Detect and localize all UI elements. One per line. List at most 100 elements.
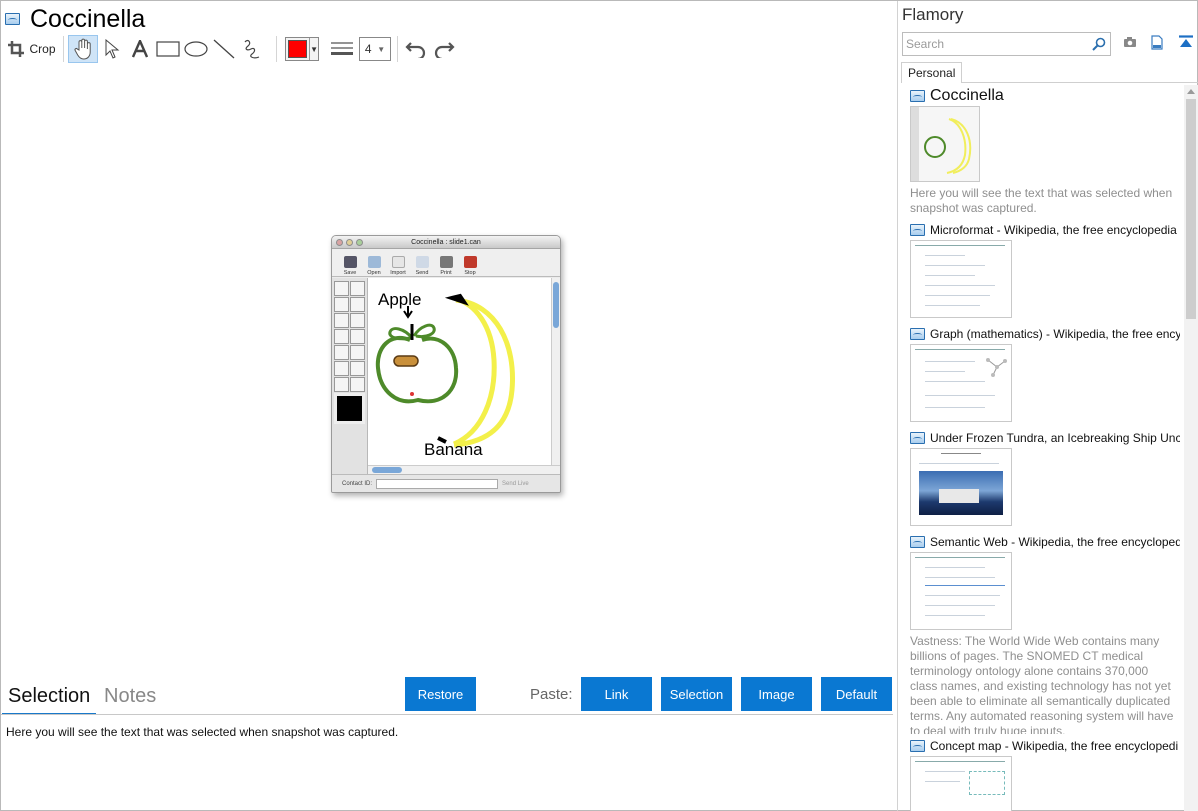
restore-button[interactable]: Restore <box>405 677 476 711</box>
list-item[interactable]: Concept map - Wikipedia, the free encycl… <box>910 738 1180 811</box>
list-item[interactable]: Graph (mathematics) - Wikipedia, the fre… <box>910 326 1180 422</box>
editor-pane: Coccinella Crop ▼ 4 ▼ Coccinella: slide… <box>1 1 896 811</box>
entry-thumbnail <box>910 344 1012 422</box>
toolbar-divider <box>397 36 398 62</box>
text-tool-button[interactable] <box>126 35 154 63</box>
flamory-panel: Flamory Personal Coccinella <box>897 1 1198 811</box>
app-icon <box>910 224 925 236</box>
entry-title: Concept map - Wikipedia, the free encycl… <box>930 739 1179 753</box>
rectangle-icon <box>156 41 180 57</box>
tab-divider <box>1 714 893 715</box>
scroll-up-arrow-icon[interactable] <box>1187 89 1195 94</box>
color-box: ▼ <box>285 37 319 61</box>
entry-thumbnail <box>910 448 1012 526</box>
zoom-dot <box>356 239 363 246</box>
entry-header: Coccinella <box>910 88 1180 104</box>
line-weight-icon <box>331 41 353 57</box>
list-item[interactable]: Semantic Web - Wikipedia, the free encyc… <box>910 534 1180 734</box>
rectangle-tool-button[interactable] <box>154 35 182 63</box>
banana-label: Banana <box>424 440 483 459</box>
arrow-pointer-icon <box>104 39 120 59</box>
app-icon <box>910 740 925 752</box>
snapshot-vertical-scrollbar <box>551 278 560 465</box>
tab-underline <box>961 82 1198 83</box>
tab-selection[interactable]: Selection <box>2 685 97 715</box>
panel-title: Flamory <box>902 5 964 24</box>
line-icon <box>213 39 235 59</box>
list-item[interactable]: Microformat - Wikipedia, the free encycl… <box>910 222 1180 318</box>
snapshot-body: Apple Banana <box>332 278 560 474</box>
entry-title: Coccinella <box>930 88 1004 104</box>
contact-id-label: Contact ID: <box>342 480 373 487</box>
line-style-button[interactable] <box>327 35 357 63</box>
snapshot-footer: Contact ID: Send Live <box>332 474 560 492</box>
app-icon <box>910 432 925 444</box>
chevron-down-icon: ▼ <box>309 38 318 60</box>
snapshot-send-tool: Send <box>412 256 432 276</box>
entry-thumbnail <box>910 240 1012 318</box>
freehand-tool-button[interactable] <box>238 35 266 63</box>
line-width-select[interactable]: 4 ▼ <box>357 35 393 63</box>
crop-label: Crop <box>29 42 56 56</box>
app-icon <box>910 536 925 548</box>
snapshot-print-tool: Print <box>436 256 456 276</box>
snapshot-stop-tool: Stop <box>460 256 480 276</box>
document-icon[interactable] <box>1151 35 1163 55</box>
snapshot-image[interactable]: Coccinella : slide1.can Save Open Import… <box>331 235 561 493</box>
snapshot-toolbar: Save Open Import Send Print Stop <box>332 249 560 277</box>
entry-title: Graph (mathematics) - Wikipedia, the fre… <box>930 327 1180 341</box>
paste-link-button[interactable]: Link <box>581 677 652 711</box>
snapshot-open-tool: Open <box>364 256 384 276</box>
minimize-dot <box>346 239 353 246</box>
ellipse-tool-button[interactable] <box>182 35 210 63</box>
entry-header: Graph (mathematics) - Wikipedia, the fre… <box>910 326 1180 342</box>
undo-icon <box>405 40 427 58</box>
snapshot-import-tool: Import <box>388 256 408 276</box>
list-item[interactable]: Coccinella Here you will see the text th… <box>910 88 1180 216</box>
entry-header: Under Frozen Tundra, an Icebreaking Ship… <box>910 430 1180 446</box>
app-icon <box>910 328 925 340</box>
snapshot-titlebar: Coccinella : slide1.can <box>332 236 560 249</box>
selection-text: Here you will see the text that was sele… <box>6 725 399 739</box>
snapshot-horizontal-scrollbar <box>368 465 560 474</box>
bottom-tab-row: Selection Notes Restore Paste: Link Sele… <box>1 677 893 715</box>
paste-selection-button[interactable]: Selection <box>661 677 732 711</box>
list-item[interactable]: Under Frozen Tundra, an Icebreaking Ship… <box>910 430 1180 526</box>
scroll-thumb[interactable] <box>1186 99 1196 319</box>
search-icon[interactable] <box>1092 37 1106 56</box>
tab-notes[interactable]: Notes <box>98 685 162 715</box>
redo-button[interactable] <box>430 35 458 63</box>
apple-label: Apple <box>378 290 422 309</box>
line-tool-button[interactable] <box>210 35 238 63</box>
app-icon <box>910 90 925 102</box>
entry-thumbnail <box>910 552 1012 630</box>
line-width-box: 4 ▼ <box>359 37 391 61</box>
snapshot-window-title: Coccinella : slide1.can <box>411 239 481 246</box>
title-row: Coccinella <box>5 5 145 33</box>
entry-header: Semantic Web - Wikipedia, the free encyc… <box>910 534 1180 550</box>
contact-id-field <box>376 478 499 489</box>
snapshot-drawing-area: Apple Banana <box>368 278 560 474</box>
entry-title: Semantic Web - Wikipedia, the free encyc… <box>930 535 1180 549</box>
paste-default-button[interactable]: Default <box>821 677 892 711</box>
search-input[interactable] <box>903 33 1083 55</box>
camera-icon[interactable] <box>1123 35 1137 53</box>
crop-button[interactable]: Crop <box>5 35 59 63</box>
entry-thumbnail <box>910 756 1012 811</box>
entry-description: Vastness: The World Wide Web contains ma… <box>910 634 1174 734</box>
list-scrollbar[interactable] <box>1184 85 1198 811</box>
search-box <box>902 32 1111 56</box>
text-a-icon <box>132 40 148 58</box>
collapse-top-icon[interactable] <box>1178 35 1194 54</box>
hand-tool-button[interactable] <box>68 35 98 63</box>
tab-personal[interactable]: Personal <box>901 62 963 83</box>
ellipse-icon <box>184 41 208 57</box>
snapshot-tool-palette <box>332 278 368 474</box>
page-title: Coccinella <box>30 5 146 33</box>
pointer-tool-button[interactable] <box>98 35 126 63</box>
crop-icon <box>8 41 25 57</box>
paste-image-button[interactable]: Image <box>741 677 812 711</box>
undo-button[interactable] <box>402 35 430 63</box>
color-picker[interactable]: ▼ <box>281 35 323 63</box>
entry-thumbnail <box>910 106 980 182</box>
